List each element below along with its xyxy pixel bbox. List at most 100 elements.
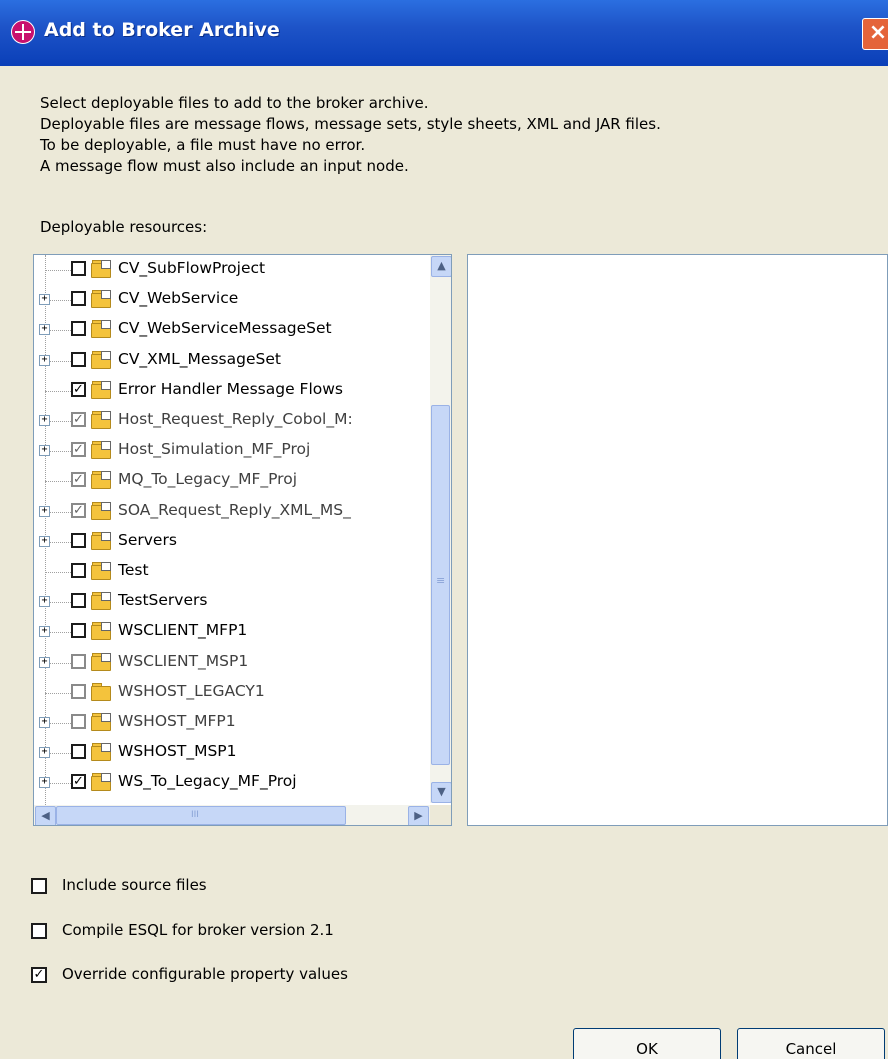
server-project-icon <box>91 592 111 611</box>
tree-item[interactable]: + CV_WebServiceMessageSet <box>34 315 429 345</box>
tree-item-checkbox[interactable] <box>71 321 86 337</box>
tree-item-label: WSCLIENT_MSP1 <box>118 651 249 670</box>
vertical-scrollbar[interactable]: ▲ ≡ ▼ <box>430 255 451 803</box>
message-flow-project-icon <box>91 380 111 399</box>
expand-icon[interactable]: + <box>39 535 50 547</box>
tree-item[interactable]: + WSCLIENT_MFP1 <box>34 617 429 647</box>
horizontal-scroll-thumb[interactable]: III <box>56 806 346 825</box>
tree-item-checkbox[interactable] <box>71 532 86 548</box>
tree-item[interactable]: + WSCLIENT_MSP1 <box>34 648 429 678</box>
expand-icon[interactable]: + <box>39 324 50 336</box>
expand-icon[interactable]: + <box>39 294 50 306</box>
expand-icon[interactable]: + <box>39 415 50 426</box>
scroll-down-button[interactable]: ▼ <box>431 782 451 803</box>
tree-item[interactable]: ✓ MQ_To_Legacy_MF_Proj <box>34 466 429 496</box>
description-line: Deployable files are message flows, mess… <box>40 115 661 133</box>
tree-item-checkbox[interactable]: ✓ <box>71 442 86 458</box>
description-line: To be deployable, a file must have no er… <box>40 136 366 154</box>
tree-item-label: WSHOST_MFP1 <box>118 712 236 730</box>
message-flow-project-icon <box>91 260 111 278</box>
tree-item[interactable]: CV_SubFlowProject <box>34 255 429 285</box>
tree-item-checkbox[interactable] <box>71 351 86 367</box>
tree-item-label: TestServers <box>118 591 208 610</box>
compile-esql-checkbox[interactable] <box>31 923 47 939</box>
cancel-button[interactable]: Cancel <box>737 1028 885 1059</box>
tree-item-checkbox[interactable] <box>71 563 86 578</box>
scroll-up-button[interactable]: ▲ <box>431 256 451 277</box>
tree-item[interactable]: + CV_XML_MessageSet <box>34 346 429 376</box>
expand-icon[interactable]: + <box>39 777 50 789</box>
tree-item[interactable]: + ✓ Host_Request_Reply_Cobol_M: <box>34 406 429 436</box>
tree-item-checkbox[interactable] <box>71 593 86 609</box>
message-set-project-icon <box>91 411 111 429</box>
tree-item-checkbox[interactable] <box>71 623 86 639</box>
tree-item-label: WSHOST_MSP1 <box>118 742 237 761</box>
tree-item-checkbox[interactable] <box>71 714 86 729</box>
tree-item[interactable]: + WSHOST_MFP1 <box>34 708 429 738</box>
compile-esql-label: Compile ESQL for broker version 2.1 <box>62 921 334 939</box>
tree-item-checkbox[interactable]: ✓ <box>71 502 86 518</box>
tree-item-checkbox[interactable] <box>71 683 86 699</box>
tree-item[interactable]: + TestServers <box>34 587 429 617</box>
tree-item[interactable]: + CV_WebService <box>34 285 429 315</box>
expand-icon[interactable]: + <box>39 354 50 366</box>
tree-item-checkbox[interactable] <box>71 261 86 276</box>
folder-icon <box>91 682 111 701</box>
expand-icon[interactable]: + <box>39 445 50 457</box>
tree-item-label: MQ_To_Legacy_MF_Proj <box>118 470 298 489</box>
message-set-project-icon <box>91 743 111 762</box>
horizontal-scrollbar[interactable]: ◀ III ▶ <box>34 805 430 825</box>
deployable-resources-label: Deployable resources: <box>40 218 208 236</box>
expand-icon[interactable]: + <box>39 505 50 517</box>
expand-icon[interactable]: + <box>39 656 50 668</box>
archive-contents-pane[interactable] <box>467 254 888 826</box>
tree-item-checkbox[interactable] <box>71 653 86 669</box>
tree-item[interactable]: + Servers <box>34 527 429 557</box>
tree-item-label: SOA_Request_Reply_XML_MS_ <box>118 500 351 519</box>
scroll-right-button[interactable]: ▶ <box>408 806 429 825</box>
server-project-icon <box>91 531 111 550</box>
scroll-left-button[interactable]: ◀ <box>35 806 56 825</box>
tree-item[interactable]: Test <box>34 557 429 587</box>
tree-item[interactable]: + WSHOST_MSP1 <box>34 738 429 768</box>
tree-item[interactable]: + ✓ SOA_Request_Reply_XML_MS_ <box>34 497 429 527</box>
description-line: Select deployable files to add to the br… <box>40 94 429 112</box>
resources-tree[interactable]: CV_SubFlowProject + CV_WebService + CV_WebSe… <box>33 254 452 826</box>
tree-item[interactable]: WSHOST_LEGACY1 <box>34 678 429 708</box>
description-line: A message flow must also include an inpu… <box>40 157 409 175</box>
description: Select deployable files to add to the br… <box>40 93 661 177</box>
vertical-scroll-thumb[interactable]: ≡ <box>431 405 450 765</box>
server-project-icon <box>91 562 111 580</box>
tree-item[interactable]: ✓ Error Handler Message Flows <box>34 376 429 406</box>
tree-item-checkbox[interactable]: ✓ <box>71 774 86 790</box>
expand-icon[interactable]: + <box>39 747 50 759</box>
thumb-grip-icon: ≡ <box>436 574 446 587</box>
tree-item-checkbox[interactable] <box>71 744 86 760</box>
ok-button[interactable]: OK <box>573 1028 721 1059</box>
message-flow-project-icon <box>91 622 111 641</box>
close-button[interactable]: × <box>862 18 888 50</box>
tree-connector <box>45 692 71 694</box>
include-source-files-checkbox[interactable] <box>31 878 47 894</box>
tree-item-checkbox[interactable]: ✓ <box>71 381 86 397</box>
tree-item-label: CV_WebService <box>118 289 239 308</box>
tree-item-label: Test <box>118 561 149 579</box>
message-set-project-icon <box>91 501 111 520</box>
expand-icon[interactable]: + <box>39 717 50 728</box>
expand-icon[interactable]: + <box>39 596 50 608</box>
tree-item-checkbox[interactable]: ✓ <box>71 412 86 427</box>
tree-item-checkbox[interactable]: ✓ <box>71 472 86 488</box>
tree-item[interactable]: + ✓ WS_To_Legacy_MF_Proj <box>34 768 429 798</box>
tree-item[interactable]: + ✓ Host_Simulation_MF_Proj <box>34 436 429 466</box>
include-source-files-label: Include source files <box>62 876 207 894</box>
tree-item-checkbox[interactable] <box>71 291 86 307</box>
message-flow-project-icon <box>91 290 111 309</box>
title-bar[interactable]: Add to Broker Archive × <box>0 0 888 66</box>
override-property-values-checkbox[interactable]: ✓ <box>31 967 47 983</box>
expand-icon[interactable]: + <box>39 626 50 638</box>
dialog-body: Select deployable files to add to the br… <box>0 66 888 1059</box>
add-to-broker-archive-dialog: Add to Broker Archive × Select deployabl… <box>0 0 888 1059</box>
tree-item-label: Error Handler Message Flows <box>118 379 343 398</box>
message-set-project-icon <box>91 350 111 369</box>
message-set-project-icon <box>91 652 111 671</box>
